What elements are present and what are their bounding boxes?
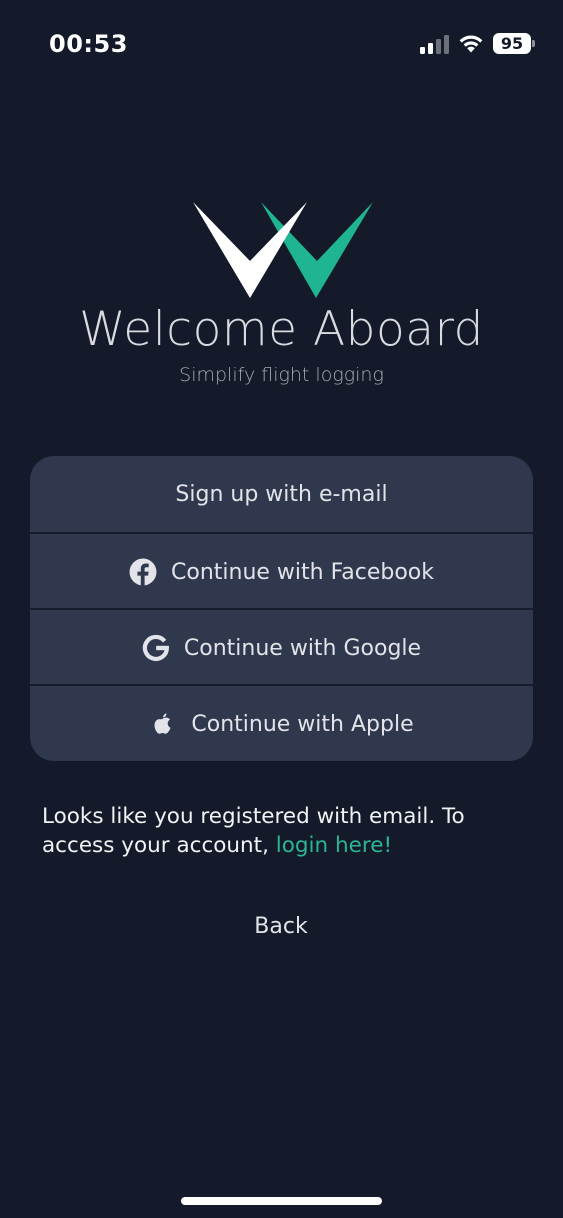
facebook-icon	[129, 558, 157, 586]
page-subtitle: Simplify flight logging	[179, 364, 384, 386]
login-link[interactable]: login here!	[276, 833, 392, 858]
w-logo-icon	[193, 202, 373, 298]
facebook-button[interactable]: Continue with Facebook	[30, 532, 533, 610]
apple-label: Continue with Apple	[191, 711, 414, 737]
sign-in-options: Sign up with e-mail Continue with Facebo…	[30, 456, 533, 761]
signal-icon	[420, 35, 449, 54]
facebook-label: Continue with Facebook	[171, 559, 434, 585]
wifi-icon	[459, 35, 483, 53]
signup-email-label: Sign up with e-mail	[175, 481, 388, 507]
apple-button[interactable]: Continue with Apple	[30, 684, 533, 761]
google-label: Continue with Google	[183, 635, 422, 661]
back-button[interactable]: Back	[231, 914, 331, 939]
battery-level: 95	[493, 33, 531, 54]
signup-email-button[interactable]: Sign up with e-mail	[30, 456, 533, 532]
status-time: 00:53	[49, 30, 128, 58]
registration-message: Looks like you registered with email. To…	[42, 802, 522, 860]
apple-icon	[149, 710, 177, 738]
google-icon	[142, 634, 170, 662]
page-title: Welcome Aboard	[79, 302, 484, 357]
home-indicator[interactable]	[181, 1197, 382, 1205]
battery-icon: 95	[493, 33, 535, 54]
google-button[interactable]: Continue with Google	[30, 608, 533, 686]
registration-message-text: Looks like you registered with email. To…	[42, 804, 465, 858]
battery-tip	[532, 40, 535, 47]
status-bar: 00:53 95	[0, 0, 563, 90]
